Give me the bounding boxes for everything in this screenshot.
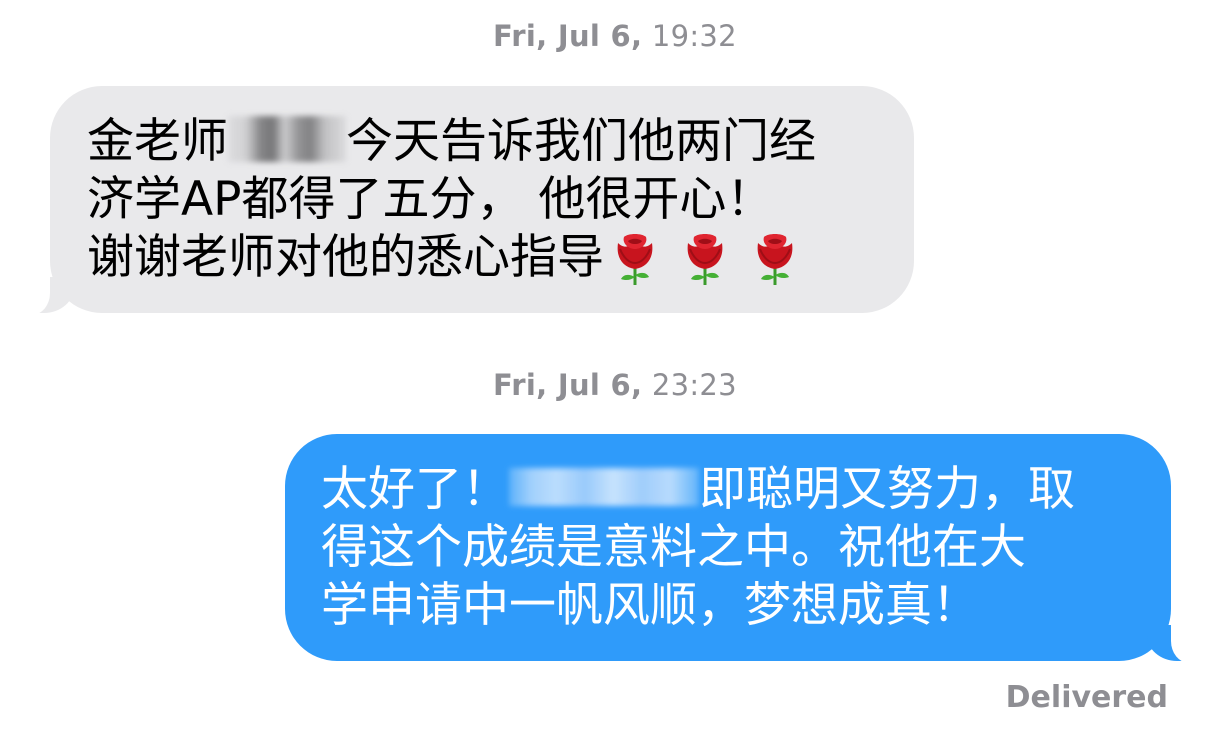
message-text: 得这个成绩是意料之中。祝他在大	[321, 520, 1026, 575]
rose-icon	[617, 234, 653, 285]
timestamp-2: Fri, Jul 6, 23:23	[0, 368, 1230, 402]
timestamp-time: 19:32	[651, 19, 737, 53]
timestamp-time: 23:23	[651, 368, 737, 402]
message-text: 太好了！	[321, 462, 509, 517]
outgoing-message-bubble[interactable]: 太好了！ 即聪明又努力，取 得这个成绩是意料之中。祝他在大 学申请中一帆风顺，梦想…	[285, 434, 1197, 663]
message-text: 济学AP都得了五分， 他很开心！	[87, 172, 774, 227]
message-line: 金老师 今天告诉我们他两门经	[87, 113, 914, 171]
timestamp-day: Fri, Jul 6,	[493, 19, 643, 53]
message-line: 济学AP都得了五分， 他很开心！	[87, 171, 914, 229]
delivered-status: Delivered	[1005, 680, 1168, 715]
message-line: 学申请中一帆风顺，梦想成真！	[321, 577, 1171, 635]
message-text: 今天告诉我们他两门经	[346, 114, 816, 169]
message-line: 得这个成绩是意料之中。祝他在大	[321, 519, 1171, 577]
rose-icon	[687, 234, 723, 285]
message-line: 太好了！ 即聪明又努力，取	[321, 461, 1171, 519]
timestamp-1: Fri, Jul 6, 19:32	[0, 19, 1230, 53]
message-text: 学申请中一帆风顺，梦想成真！	[321, 578, 979, 633]
incoming-message-bubble[interactable]: 金老师 今天告诉我们他两门经 济学AP都得了五分， 他很开心！ 谢谢老师对他的悉心…	[24, 86, 914, 315]
rose-icon	[757, 234, 793, 285]
redacted-name	[509, 467, 699, 506]
redacted-name	[228, 115, 346, 162]
message-text: 谢谢老师对他的悉心指导	[87, 230, 604, 285]
timestamp-day: Fri, Jul 6,	[493, 368, 643, 402]
message-text: 即聪明又努力，取	[699, 462, 1075, 517]
message-line: 谢谢老师对他的悉心指导	[87, 229, 914, 287]
message-text: 金老师	[87, 114, 228, 169]
